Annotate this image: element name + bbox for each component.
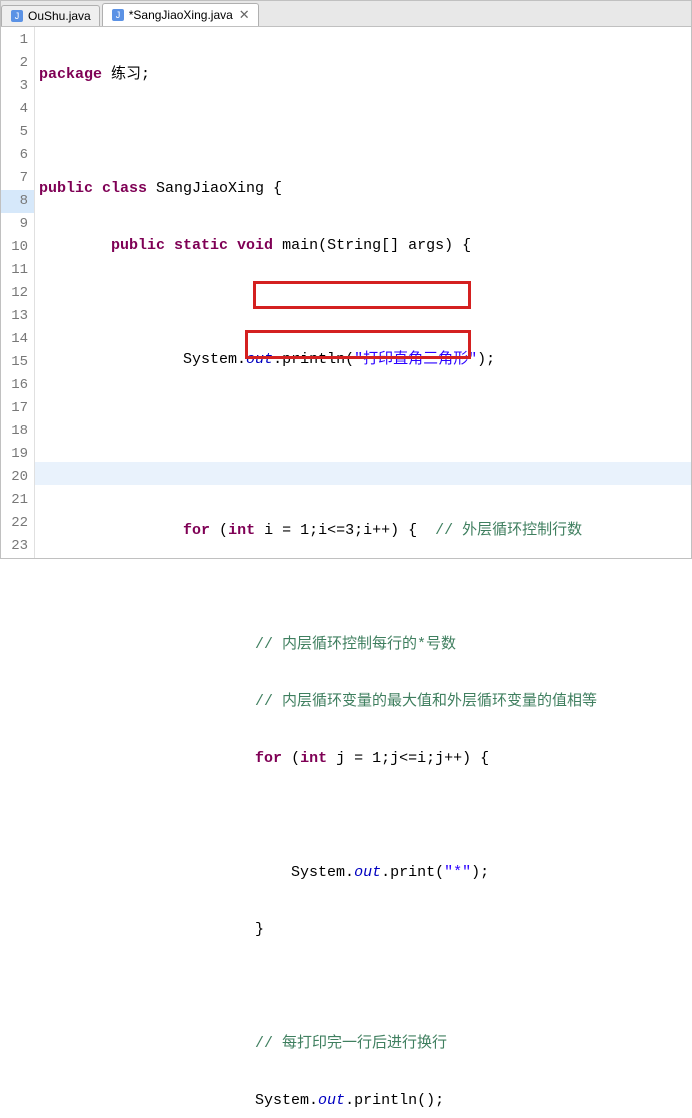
line-number: 23: [1, 535, 34, 558]
line-number: 6: [1, 144, 34, 167]
code-line: System.out.println();: [35, 1089, 691, 1112]
tab-label: *SangJiaoXing.java: [129, 8, 233, 22]
code-line: for (int j = 1;j<=i;j++) {: [35, 747, 691, 770]
line-number: 7: [1, 167, 34, 190]
tab-label: OuShu.java: [28, 9, 91, 23]
svg-text:J: J: [115, 10, 120, 20]
code-line: [35, 804, 691, 827]
code-line: // 内层循环变量的最大值和外层循环变量的值相等: [35, 690, 691, 713]
code-line: }: [35, 918, 691, 941]
code-line: [35, 120, 691, 143]
tab-bar: J OuShu.java J *SangJiaoXing.java ✕: [1, 1, 691, 27]
line-number: 11: [1, 259, 34, 282]
close-icon[interactable]: ✕: [239, 7, 250, 23]
line-number: 10: [1, 236, 34, 259]
line-number: 16: [1, 374, 34, 397]
svg-text:J: J: [15, 11, 20, 21]
code-area[interactable]: package 练习; public class SangJiaoXing { …: [35, 27, 691, 558]
code-line: [35, 576, 691, 599]
code-line: public class SangJiaoXing {: [35, 177, 691, 200]
code-line: package 练习;: [35, 63, 691, 86]
line-gutter: 1 2 3 4 5 6 7 8 9 10 11 12 13 14 15 16 1…: [1, 27, 35, 558]
code-line: // 内层循环控制每行的*号数: [35, 633, 691, 656]
line-number: 14: [1, 328, 34, 351]
line-number: 3: [1, 75, 34, 98]
line-number: 18: [1, 420, 34, 443]
line-number: 13: [1, 305, 34, 328]
code-line: // 每打印完一行后进行换行: [35, 1032, 691, 1055]
line-number: 22: [1, 512, 34, 535]
line-number: 21: [1, 489, 34, 512]
line-number: 5: [1, 121, 34, 144]
line-number: 12: [1, 282, 34, 305]
tab-sangjiaoxing[interactable]: J *SangJiaoXing.java ✕: [102, 3, 259, 26]
java-file-icon: J: [10, 9, 24, 23]
code-line: [35, 291, 691, 314]
code-line: for (int i = 1;i<=3;i++) { // 外层循环控制行数: [35, 519, 691, 542]
line-number: 2: [1, 52, 34, 75]
code-line: [35, 462, 691, 485]
code-line: System.out.println("打印直角三角形");: [35, 348, 691, 371]
line-number: 20: [1, 466, 34, 489]
editor-area: 1 2 3 4 5 6 7 8 9 10 11 12 13 14 15 16 1…: [1, 27, 691, 558]
line-number: 17: [1, 397, 34, 420]
code-line: System.out.print("*");: [35, 861, 691, 884]
line-number: 15: [1, 351, 34, 374]
line-number: 19: [1, 443, 34, 466]
line-number: 9: [1, 213, 34, 236]
code-line: public static void main(String[] args) {: [35, 234, 691, 257]
code-line: [35, 975, 691, 998]
line-number: 4: [1, 98, 34, 121]
code-line: [35, 405, 691, 428]
line-number: 1: [1, 29, 34, 52]
tab-oushu[interactable]: J OuShu.java: [1, 5, 100, 26]
java-file-icon: J: [111, 8, 125, 22]
line-number: 8: [1, 190, 34, 213]
